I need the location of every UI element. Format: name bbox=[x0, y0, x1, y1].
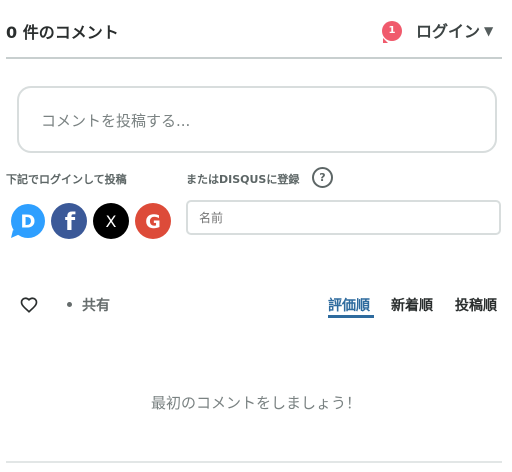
x-icon: X bbox=[93, 203, 129, 239]
chevron-down-icon: ▼ bbox=[484, 24, 494, 38]
footer-divider bbox=[6, 461, 502, 463]
register-label: またはDISQUSに登録 bbox=[186, 173, 300, 186]
google-icon: G bbox=[135, 203, 171, 239]
comment-input[interactable]: コメントを投稿する... bbox=[17, 86, 497, 153]
login-label: ログイン bbox=[416, 22, 481, 41]
share-bullet bbox=[67, 302, 72, 307]
disqus-icon: D bbox=[11, 204, 45, 238]
notification-count: 1 bbox=[388, 25, 396, 36]
sort-tab-oldest[interactable]: 投稿順 bbox=[455, 295, 497, 315]
share-button[interactable]: 共有 bbox=[82, 295, 110, 315]
header-divider bbox=[6, 57, 502, 59]
notification-badge[interactable]: 1 bbox=[382, 21, 402, 43]
facebook-login-button[interactable]: f bbox=[51, 203, 87, 239]
comment-count: 0 件のコメント bbox=[6, 23, 119, 42]
empty-state-message: 最初のコメントをしましょう！ bbox=[150, 394, 361, 412]
disqus-login-button[interactable]: D bbox=[9, 203, 45, 239]
x-login-button[interactable]: X bbox=[93, 203, 129, 239]
heart-icon[interactable] bbox=[20, 296, 38, 314]
sort-tab-newest[interactable]: 新着順 bbox=[391, 295, 433, 315]
login-menu[interactable]: ログイン ▼ bbox=[416, 18, 493, 42]
facebook-letter: f bbox=[65, 208, 76, 236]
badge-tail-icon bbox=[383, 38, 388, 43]
comment-placeholder: コメントを投稿する... bbox=[41, 112, 191, 130]
disqus-letter: D bbox=[21, 212, 36, 233]
google-letter: G bbox=[145, 211, 161, 233]
sort-tab-best[interactable]: 評価順 bbox=[328, 295, 370, 315]
help-icon[interactable]: ? bbox=[312, 167, 333, 188]
facebook-icon: f bbox=[51, 203, 87, 239]
social-login-label: 下記でログインして投稿 bbox=[6, 173, 127, 186]
name-input[interactable] bbox=[186, 200, 501, 235]
x-letter: X bbox=[106, 212, 117, 231]
active-sort-underline bbox=[328, 315, 374, 318]
google-login-button[interactable]: G bbox=[135, 203, 171, 239]
